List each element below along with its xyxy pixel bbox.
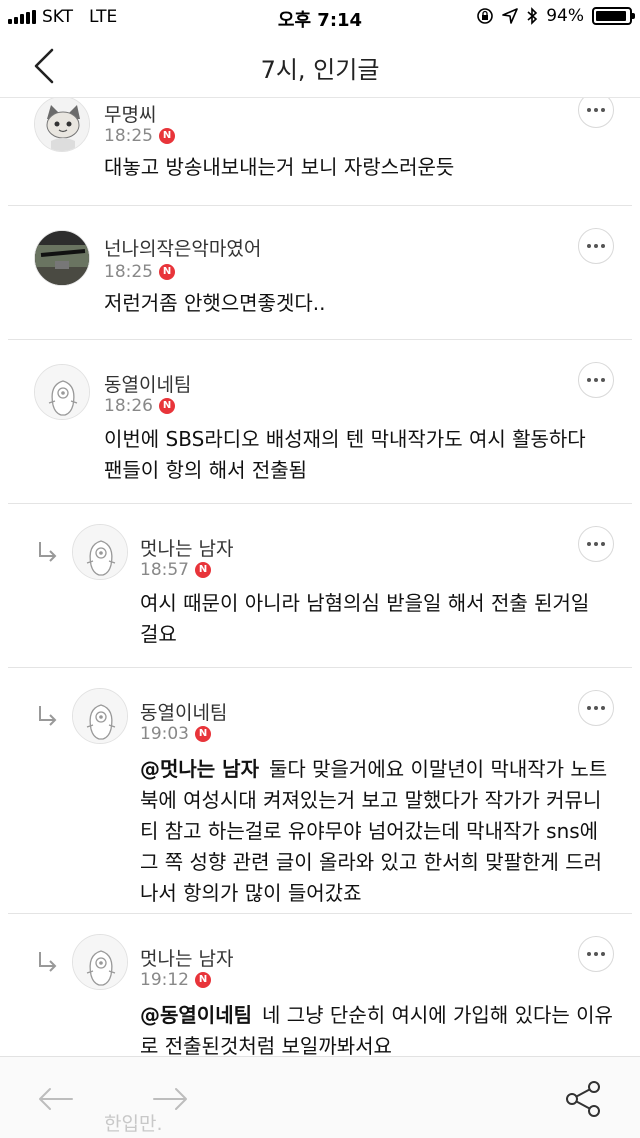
- comment-text: @동열이네팀 네 그냥 단순히 여시에 가입해 있다는 이유로 전출된것처럼 보일…: [140, 1000, 614, 1056]
- rotation-lock-icon: [477, 8, 494, 24]
- page-title: 7시, 인기글: [260, 56, 380, 84]
- comment-time: 18:25: [104, 126, 153, 146]
- reply-arrow-icon: [39, 952, 57, 972]
- avatar[interactable]: [34, 98, 90, 152]
- new-badge: N: [195, 562, 211, 578]
- new-badge: N: [195, 972, 211, 988]
- comment-time: 19:03: [140, 724, 189, 744]
- bottom-toolbar: 한입만.: [0, 1056, 640, 1138]
- battery-icon: [592, 7, 635, 25]
- more-options-button[interactable]: [578, 228, 614, 264]
- comment-meta: 19:03 N: [140, 724, 211, 744]
- navigation-bar: 7시, 인기글: [0, 34, 640, 98]
- comment-meta: 18:57 N: [140, 560, 211, 580]
- more-options-button[interactable]: [578, 98, 614, 128]
- avatar[interactable]: [72, 688, 128, 744]
- comment-item: 무명씨 18:25 N 대놓고 방송내보내는거 보니 자랑스러운듯: [8, 98, 632, 206]
- reply-arrow-icon: [39, 542, 57, 562]
- battery-fill: [596, 11, 627, 21]
- status-right: 94%: [476, 6, 635, 26]
- more-options-button[interactable]: [578, 362, 614, 398]
- avatar[interactable]: [34, 364, 90, 420]
- comment-author[interactable]: 동열이네팀: [104, 370, 191, 397]
- comment-author[interactable]: 동열이네팀: [140, 698, 227, 725]
- comment-meta: 19:12 N: [140, 970, 211, 990]
- comment-time: 18:25: [104, 262, 153, 282]
- share-icon[interactable]: [564, 1079, 604, 1119]
- comment-text: 저런거좀 안햇으면좋겟다..: [104, 291, 326, 315]
- mention-link[interactable]: @멋나는 남자: [140, 757, 259, 781]
- comment-item: 멋나는 남자 19:12 N @동열이네팀 네 그냥 단순히 여시에 가입해 있다…: [8, 914, 632, 1056]
- arrow-left-icon[interactable]: [36, 1079, 76, 1119]
- comment-item: 멋나는 남자 18:57 N 여시 때문이 아니라 남혐의심 받을일 해서 전출…: [8, 504, 632, 668]
- comment-author[interactable]: 넌나의작은악마였어: [104, 234, 261, 261]
- location-arrow-icon: [502, 8, 519, 24]
- new-badge: N: [159, 398, 175, 414]
- avatar[interactable]: [72, 934, 128, 990]
- battery-percent: 94%: [546, 6, 584, 26]
- new-badge: N: [159, 128, 175, 144]
- comment-meta: 18:26 N: [104, 396, 175, 416]
- more-options-button[interactable]: [578, 690, 614, 726]
- bluetooth-icon: [527, 7, 538, 25]
- comment-list: 무명씨 18:25 N 대놓고 방송내보내는거 보니 자랑스러운듯 넌나의작은악…: [0, 98, 640, 1056]
- comment-text: @멋나는 남자 둘다 맞을거에요 이말년이 막내작가 노트북에 여성시대 켜져있는…: [140, 754, 614, 909]
- avatar[interactable]: [72, 524, 128, 580]
- comment-text: 여시 때문이 아니라 남혐의심 받을일 해서 전출 된거일 걸요: [140, 591, 590, 646]
- comment-text: 이번에 SBS라디오 배성재의 텐 막내작가도 여시 활동하다 팬들이 항의 해…: [104, 427, 586, 482]
- comment-item: 넌나의작은악마였어 18:25 N 저런거좀 안햇으면좋겟다..: [8, 206, 632, 340]
- carrier-label: SKT: [42, 7, 74, 27]
- mention-link[interactable]: @동열이네팀: [140, 1003, 252, 1027]
- comment-text: 대놓고 방송내보내는거 보니 자랑스러운듯: [104, 155, 455, 179]
- network-label: LTE: [89, 7, 118, 27]
- default-character-avatar-icon: [73, 689, 127, 743]
- comment-author[interactable]: 멋나는 남자: [140, 944, 233, 971]
- comment-meta: 18:25 N: [104, 262, 175, 282]
- default-character-avatar-icon: [73, 525, 127, 579]
- new-badge: N: [195, 726, 211, 742]
- avatar[interactable]: [34, 230, 90, 286]
- arrow-right-icon[interactable]: [150, 1079, 190, 1119]
- new-badge: N: [159, 264, 175, 280]
- default-character-avatar-icon: [73, 935, 127, 989]
- comment-item: 동열이네팀 18:26 N 이번에 SBS라디오 배성재의 텐 막내작가도 여시…: [8, 340, 632, 504]
- comment-meta: 18:25 N: [104, 126, 175, 146]
- comment-author[interactable]: 무명씨: [104, 100, 156, 127]
- more-options-button[interactable]: [578, 526, 614, 562]
- status-left: SKT LTE: [8, 7, 117, 27]
- more-options-button[interactable]: [578, 936, 614, 972]
- signal-icon: [8, 10, 36, 24]
- chevron-left-icon[interactable]: [28, 46, 64, 86]
- default-character-avatar-icon: [35, 365, 89, 419]
- reply-arrow-icon: [39, 706, 57, 726]
- comment-author[interactable]: 멋나는 남자: [140, 534, 233, 561]
- comment-time: 19:12: [140, 970, 189, 990]
- comment-item: 동열이네팀 19:03 N @멋나는 남자 둘다 맞을거에요 이말년이 막내작가 …: [8, 668, 632, 914]
- photo-avatar-icon: [35, 231, 89, 285]
- status-bar: SKT LTE 오후 7:14 94%: [0, 0, 640, 34]
- cartoon-cat-avatar-icon: [35, 98, 89, 151]
- comment-time: 18:26: [104, 396, 153, 416]
- comment-time: 18:57: [140, 560, 189, 580]
